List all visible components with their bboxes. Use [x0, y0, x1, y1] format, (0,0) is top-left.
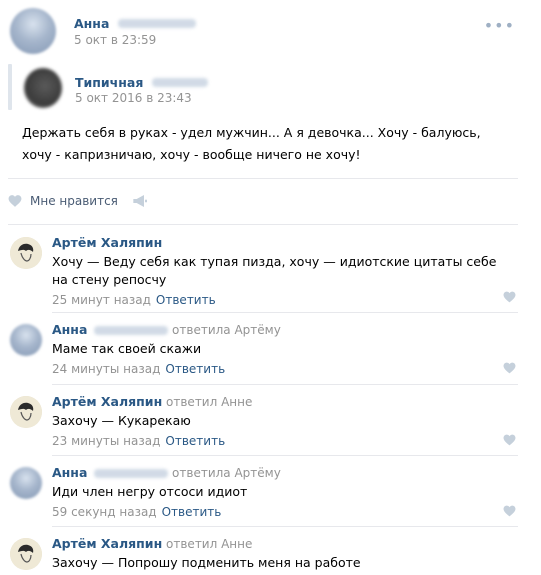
commenter-avatar[interactable]: [10, 324, 42, 356]
comment-author[interactable]: Артём Халяпин: [52, 394, 162, 409]
blurred-surname: [94, 469, 169, 478]
comment-item: Артём Халяпин Хочу — Веду себя как тупая…: [8, 235, 518, 307]
reply-button[interactable]: Ответить: [162, 505, 222, 519]
blurred-surname: [118, 19, 197, 28]
repost-date[interactable]: 5 окт 2016 в 23:43: [75, 91, 192, 105]
commenter-avatar[interactable]: [10, 396, 42, 428]
reply-to[interactable]: ответила Артёму: [172, 466, 281, 480]
reply-button[interactable]: Ответить: [156, 293, 216, 307]
repost-avatar[interactable]: [24, 68, 62, 108]
post-author-name[interactable]: Анна: [74, 16, 109, 31]
comment-author[interactable]: Анна: [52, 465, 87, 480]
comment-author[interactable]: Артём Халяпин: [52, 235, 162, 250]
comment-item: Анна ответила Артёму Маме так своей скаж…: [8, 322, 518, 378]
comment-time[interactable]: 23 минуты назад: [52, 434, 160, 448]
comment-text: Иди член негру отсоси идиот: [52, 484, 248, 499]
commenter-avatar[interactable]: [10, 467, 42, 499]
reply-to[interactable]: ответила Артёму: [172, 323, 281, 337]
more-dots-icon[interactable]: •••: [484, 16, 515, 35]
divider: [52, 312, 518, 313]
like-row: Мне нравится: [8, 190, 148, 212]
repost-bar: [8, 64, 12, 110]
comment-item: Артём Халяпин ответил Анне Захочу — Кука…: [8, 394, 518, 450]
comment-author[interactable]: Анна: [52, 322, 87, 337]
comment-time[interactable]: 25 минут назад: [52, 293, 151, 307]
comment-text: Захочу — Кукарекаю: [52, 413, 191, 428]
heart-icon[interactable]: [503, 505, 516, 517]
heart-icon[interactable]: [503, 362, 516, 374]
repost-author-name[interactable]: Типичная: [75, 75, 143, 90]
comment-time[interactable]: 59 секунд назад: [52, 505, 157, 519]
like-button[interactable]: Мне нравится: [30, 194, 118, 208]
heart-icon[interactable]: [503, 434, 516, 446]
heart-icon[interactable]: [8, 194, 22, 208]
comment-item: Артём Халяпин ответил Анне Захочу — Попр…: [8, 536, 518, 574]
reply-to[interactable]: ответил Анне: [166, 537, 252, 551]
author-avatar[interactable]: [10, 8, 56, 54]
divider: [8, 178, 518, 179]
blurred-group-suffix: [152, 78, 209, 87]
comment-text: Хочу — Веду себя как тупая пизда, хочу —…: [52, 254, 497, 287]
post-date[interactable]: 5 окт в 23:59: [74, 33, 156, 47]
reply-button[interactable]: Ответить: [165, 362, 225, 376]
post-text: Держать себя в руках - удел мужчин... А …: [22, 125, 481, 162]
reply-to[interactable]: ответил Анне: [166, 395, 252, 409]
post-header: Анна 5 окт в 23:59 •••: [8, 6, 533, 56]
share-megaphone-icon[interactable]: [132, 194, 148, 208]
divider: [52, 384, 518, 385]
blurred-surname: [94, 326, 169, 335]
commenter-avatar[interactable]: [10, 237, 42, 269]
comment-item: Анна ответила Артёму Иди член негру отсо…: [8, 465, 518, 521]
divider: [52, 526, 518, 527]
heart-icon[interactable]: [503, 291, 516, 303]
divider: [52, 455, 518, 456]
comment-time[interactable]: 24 минуты назад: [52, 362, 160, 376]
comment-author[interactable]: Артём Халяпин: [52, 536, 162, 551]
divider: [8, 224, 518, 225]
reply-button[interactable]: Ответить: [165, 434, 225, 448]
comment-text: Захочу — Попрошу подменить меня на работ…: [52, 555, 361, 570]
comment-text: Маме так своей скажи: [52, 341, 202, 356]
commenter-avatar[interactable]: [10, 538, 42, 570]
